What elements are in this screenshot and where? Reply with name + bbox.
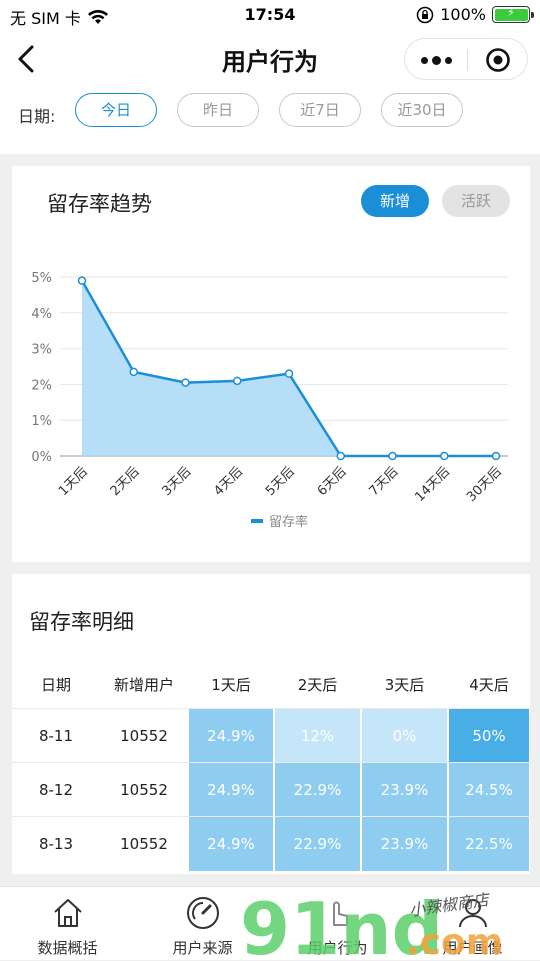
- retention-value-cell: 22.9%: [275, 817, 360, 871]
- retention-chart: 0% 1% 2% 3% 4% 5% 1天后 2天后 3天后 4天后 5天后 6天后 7天后 14天后 30天…: [31, 271, 508, 530]
- date-chip-7days[interactable]: 近7日: [279, 93, 361, 127]
- header-new-users: 新增用户: [113, 676, 174, 694]
- retention-value-cell: 12%: [275, 709, 360, 763]
- retention-value-cell: 23.9%: [362, 763, 447, 817]
- legend-swatch: [251, 519, 263, 523]
- retention-value-cell: 24.9%: [189, 709, 273, 763]
- status-bar: 无 SIM 卡 17:54 100% ⚡: [0, 0, 540, 30]
- row-date-cell: 8-11: [38, 727, 74, 745]
- more-dot-icon: [431, 55, 441, 65]
- gauge-icon: [186, 897, 219, 929]
- data-point: [336, 451, 345, 461]
- home-icon: [53, 899, 82, 927]
- retention-trend-title: 留存率趋势: [47, 192, 152, 216]
- header-date: 日期: [40, 676, 71, 694]
- data-point: [77, 276, 87, 285]
- retention-table: 日期 新增用户 1天后 2天后 3天后 4天后 8-11 10552 24.9% 12…: [12, 666, 530, 871]
- legend-label: 留存率: [269, 514, 308, 530]
- tab-overview[interactable]: 数据概括: [0, 887, 135, 961]
- target-icon: [486, 48, 510, 72]
- date-chip-30days[interactable]: 近30日: [381, 93, 463, 127]
- header-day4: 4天后: [469, 676, 509, 694]
- more-dot-icon: [444, 56, 452, 64]
- date-chip-today[interactable]: 今日: [75, 93, 157, 127]
- row-date-cell: 8-13: [38, 835, 74, 853]
- y-tick-label: 4%: [31, 307, 52, 322]
- retention-detail-card: 留存率明细 日期 新增用户 1天后 2天后 3天后 4天后 8-11 10552 2…: [12, 574, 530, 874]
- more-button[interactable]: [405, 39, 467, 81]
- x-tick-label: 14天后: [412, 464, 453, 505]
- tab-user-profile-label: 用户画像: [442, 939, 503, 957]
- x-tick-label: 6天后: [315, 464, 350, 499]
- person-icon: [458, 899, 487, 928]
- table-body: 8-11 10552 24.9% 12% 0% 50% 8-12 10552 24.9% 22.9…: [12, 708, 530, 871]
- battery-percent: 100%: [440, 5, 486, 24]
- retention-value-cell: 24.5%: [449, 763, 529, 817]
- mini-program-capsule: [404, 38, 528, 80]
- row-new-users-cell: 10552: [120, 781, 168, 799]
- date-filter: 日期: 今日 昨日 近7日 近30日: [0, 88, 540, 154]
- tab-user-behavior-label: 用户行为: [307, 939, 368, 957]
- tab-overview-label: 数据概括: [37, 939, 98, 957]
- data-point: [129, 367, 138, 377]
- data-point: [440, 451, 449, 461]
- data-point: [388, 451, 397, 461]
- retention-trend-card: 留存率趋势 新增 活跃 0% 1% 2% 3% 4% 5% 1天后 2天后 3天后 4天后 5天后 6…: [12, 166, 530, 562]
- tab-user-source[interactable]: 用户来源: [135, 887, 270, 961]
- pointer-icon: [332, 901, 348, 926]
- header-day1: 1天后: [211, 676, 251, 694]
- tab-bar: 数据概括 用户来源 用户行为 用户画像: [0, 886, 540, 960]
- toggle-active-users[interactable]: 活跃: [442, 185, 510, 217]
- x-tick-label: 3天后: [159, 464, 194, 499]
- x-tick-label: 1天后: [56, 464, 91, 499]
- y-tick-label: 2%: [31, 378, 52, 393]
- date-chip-yesterday[interactable]: 昨日: [177, 93, 259, 127]
- retention-value-cell: 22.9%: [275, 763, 360, 817]
- data-point: [181, 378, 190, 387]
- toggle-new-users[interactable]: 新增: [361, 185, 429, 217]
- retention-detail-title: 留存率明细: [29, 610, 134, 634]
- table-row: 8-12 10552 24.9% 22.9% 23.9% 24.5%: [12, 762, 530, 817]
- date-filter-label: 日期:: [18, 107, 56, 126]
- y-tick-label: 3%: [31, 343, 52, 358]
- retention-value-cell: 23.9%: [362, 817, 447, 871]
- y-tick-label: 1%: [31, 414, 52, 429]
- row-new-users-cell: 10552: [120, 835, 168, 853]
- row-new-users-cell: 10552: [120, 727, 168, 745]
- battery-icon: ⚡: [492, 6, 534, 23]
- close-miniprogram-button[interactable]: [467, 39, 529, 81]
- nav-bar: 用户行为: [0, 30, 540, 88]
- table-row: 8-11 10552 24.9% 12% 0% 50%: [12, 708, 530, 763]
- data-point: [491, 451, 501, 461]
- x-tick-label: 2天后: [108, 464, 143, 499]
- x-tick-label: 30天后: [464, 464, 505, 505]
- x-tick-label: 4天后: [211, 464, 246, 499]
- orientation-lock-icon: [417, 6, 434, 23]
- data-point: [284, 369, 294, 378]
- tab-user-source-label: 用户来源: [172, 939, 233, 957]
- status-right: 100% ⚡: [416, 5, 534, 24]
- y-tick-label: 0%: [31, 450, 52, 465]
- x-tick-label: 7天后: [366, 464, 401, 499]
- y-tick-label: 5%: [31, 271, 52, 286]
- table-row: 8-13 10552 24.9% 22.9% 23.9% 22.5%: [12, 816, 530, 871]
- table-header: 日期 新增用户 1天后 2天后 3天后 4天后: [12, 666, 530, 708]
- retention-value-cell: 24.9%: [189, 817, 273, 871]
- data-point: [233, 376, 242, 386]
- retention-value-cell: 50%: [449, 709, 529, 763]
- row-date-cell: 8-12: [38, 781, 74, 799]
- x-tick-label: 5天后: [263, 464, 298, 499]
- header-day2: 2天后: [297, 676, 338, 694]
- tab-user-behavior[interactable]: 用户行为: [270, 887, 405, 961]
- tab-user-profile[interactable]: 用户画像: [405, 887, 540, 961]
- more-dot-icon: [420, 56, 428, 64]
- retention-value-cell: 24.9%: [189, 763, 273, 817]
- retention-value-cell: 0%: [362, 709, 447, 763]
- header-day3: 3天后: [384, 676, 425, 694]
- retention-value-cell: 22.5%: [449, 817, 529, 871]
- series-area: [82, 280, 496, 456]
